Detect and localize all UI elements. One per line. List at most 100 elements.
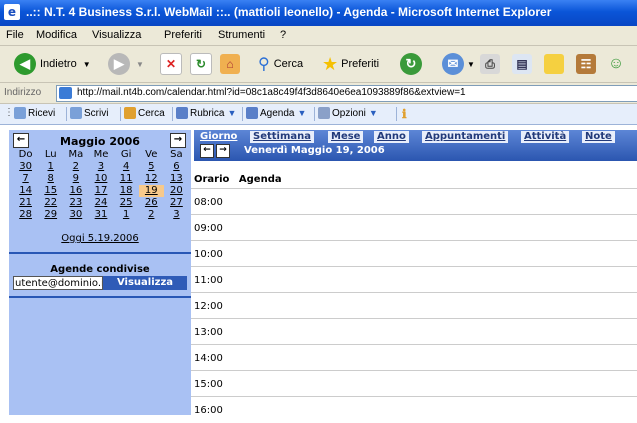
calendar-day[interactable]: 5 [139, 161, 164, 173]
menu-preferiti[interactable]: Preferiti [164, 29, 202, 41]
week-row: 28 29 30 31 1 2 3 [13, 209, 189, 221]
sidebar: ← Maggio 2006 → Do Lu Ma Me Gi Ve Sa 30 … [9, 130, 191, 415]
menu-help[interactable]: ? [280, 29, 286, 41]
calendar-day[interactable]: 20 [164, 185, 189, 197]
next-day-button[interactable]: → [216, 144, 230, 158]
search-button[interactable]: ⚲ Cerca [258, 52, 303, 76]
menu-modifica[interactable]: Modifica [36, 29, 77, 41]
hour-slot[interactable]: 13:00 [191, 318, 637, 345]
calendar-day[interactable]: 6 [164, 161, 189, 173]
shared-calendar-input[interactable]: utente@dominio.it [13, 276, 103, 290]
calendar-day[interactable]: 17 [88, 185, 113, 197]
calendar-day[interactable]: 31 [88, 209, 113, 221]
menu-visualizza[interactable]: Visualizza [92, 29, 141, 41]
calendar-day[interactable]: 4 [114, 161, 139, 173]
calendar-day[interactable]: 25 [114, 197, 139, 209]
calendar-day[interactable]: 12 [139, 173, 164, 185]
print-button[interactable]: ⎙ [480, 52, 500, 76]
home-button[interactable]: ⌂ [220, 52, 240, 76]
folder-icon [544, 54, 564, 74]
calendar-day[interactable]: 1 [38, 161, 63, 173]
favorites-label: Preferiti [341, 58, 380, 70]
hour-slot[interactable]: 11:00 [191, 266, 637, 293]
weekday-row: Do Lu Ma Me Gi Ve Sa [13, 149, 189, 161]
calendar-day[interactable]: 2 [139, 209, 164, 221]
hour-slot[interactable]: 10:00 [191, 240, 637, 267]
calendar-day[interactable]: 27 [164, 197, 189, 209]
refresh-button[interactable]: ↻ [190, 52, 212, 76]
history-button[interactable]: ↻ [400, 52, 422, 76]
calendar-day-selected[interactable]: 19 [138, 185, 164, 197]
tab-giorno[interactable]: Giorno [197, 131, 240, 143]
hour-label: 08:00 [194, 197, 223, 208]
menu-file[interactable]: File [6, 29, 24, 41]
calendar-day[interactable]: 23 [63, 197, 88, 209]
hour-slot[interactable]: 15:00 [191, 370, 637, 397]
hour-slot[interactable]: 12:00 [191, 292, 637, 319]
back-button[interactable]: ◀ Indietro ▼ [14, 52, 91, 76]
calendar-day[interactable]: 3 [88, 161, 113, 173]
calendar-day[interactable]: 8 [38, 173, 63, 185]
prev-day-button[interactable]: ← [200, 144, 214, 158]
next-month-button[interactable]: → [170, 133, 186, 148]
calendar-day[interactable]: 24 [88, 197, 113, 209]
calendar-day[interactable]: 18 [114, 185, 139, 197]
discuss-button[interactable] [544, 52, 564, 76]
research-button[interactable]: ☶ [576, 52, 596, 76]
calendar-day[interactable]: 3 [164, 209, 189, 221]
calendar-day[interactable]: 7 [13, 173, 38, 185]
week-row: 21 22 23 24 25 26 27 [13, 197, 189, 209]
ricevi-button[interactable]: Ricevi [14, 107, 55, 119]
calendar-day[interactable]: 26 [139, 197, 164, 209]
calendar-day[interactable]: 30 [63, 209, 88, 221]
dropdown-arrow-icon: ▼ [136, 59, 144, 69]
calendar-day[interactable]: 30 [13, 161, 38, 173]
edit-button[interactable]: ▤ [512, 52, 532, 76]
week-row: 7 8 9 10 11 12 13 [13, 173, 189, 185]
opzioni-button[interactable]: Opzioni ▼ [318, 107, 378, 119]
visualizza-button[interactable]: Visualizza [103, 276, 187, 290]
calendar-day[interactable]: 22 [38, 197, 63, 209]
hour-slot[interactable]: 16:00 [191, 396, 637, 423]
forward-arrow-icon: ▶ [108, 53, 130, 75]
calendar-day[interactable]: 10 [88, 173, 113, 185]
calendar-day[interactable]: 15 [38, 185, 63, 197]
scrivi-button[interactable]: Scrivi [70, 107, 108, 119]
tab-mese[interactable]: Mese [328, 131, 364, 143]
address-input[interactable]: http://mail.nt4b.com/calendar.html?id=08… [56, 85, 637, 102]
calendar-day[interactable]: 21 [13, 197, 38, 209]
calendar-day[interactable]: 2 [63, 161, 88, 173]
hour-slot[interactable]: 14:00 [191, 344, 637, 371]
mail-button[interactable]: ✉ ▼ [442, 52, 475, 76]
stop-button[interactable]: ✕ [160, 52, 182, 76]
tab-anno[interactable]: Anno [374, 131, 409, 143]
tab-attivita[interactable]: Attività [521, 131, 570, 143]
ie-icon: e [4, 4, 20, 20]
hour-slot[interactable]: 09:00 [191, 214, 637, 241]
calendar-day[interactable]: 11 [114, 173, 139, 185]
menu-strumenti[interactable]: Strumenti [218, 29, 265, 41]
calendar-day[interactable]: 13 [164, 173, 189, 185]
calendar-day[interactable]: 9 [63, 173, 88, 185]
forward-button[interactable]: ▶ ▼ [108, 52, 144, 76]
ricevi-label: Ricevi [28, 107, 56, 119]
rubrica-button[interactable]: Rubrica ▼ [176, 107, 236, 119]
calendar-day[interactable]: 14 [13, 185, 38, 197]
tab-settimana[interactable]: Settimana [250, 131, 315, 143]
tab-note[interactable]: Note [582, 131, 615, 143]
calendar-day[interactable]: 16 [63, 185, 88, 197]
cerca-button[interactable]: Cerca [124, 107, 165, 119]
calendar-day[interactable]: 29 [38, 209, 63, 221]
help-button[interactable]: ℹ [402, 107, 407, 121]
tab-appuntamenti[interactable]: Appuntamenti [422, 131, 509, 143]
today-link[interactable]: Oggi 5.19.2006 [9, 233, 191, 244]
shared-calendars-title: Agende condivise [50, 264, 150, 275]
favorites-button[interactable]: ★ Preferiti [322, 52, 379, 76]
divider [9, 296, 191, 298]
agenda-button[interactable]: Agenda ▼ [246, 107, 306, 119]
hour-slot[interactable]: 08:00 [191, 188, 637, 215]
calendar-day[interactable]: 28 [13, 209, 38, 221]
calendar-day[interactable]: 1 [114, 209, 139, 221]
messenger-button[interactable]: ☺ [606, 52, 626, 76]
history-icon: ↻ [400, 53, 422, 75]
